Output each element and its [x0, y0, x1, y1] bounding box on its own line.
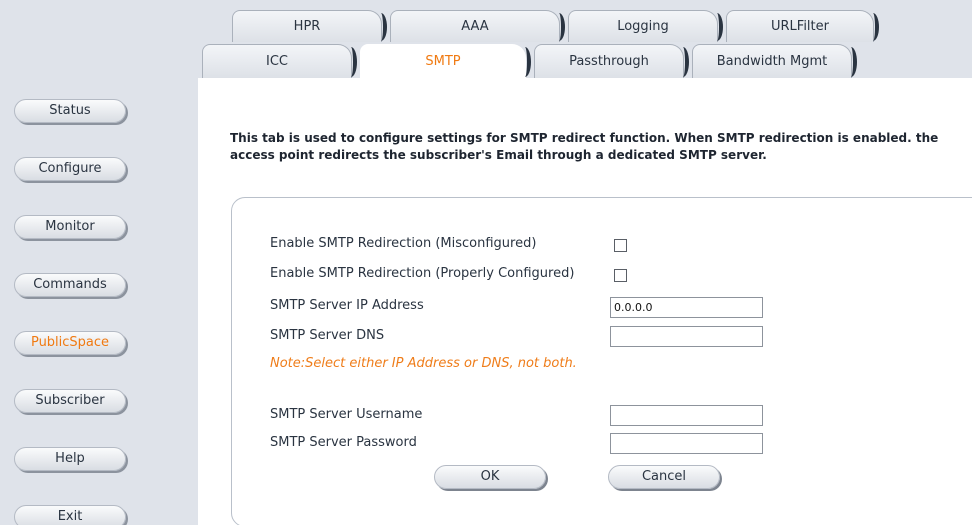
enable-misconfigured-checkbox[interactable]	[614, 239, 627, 252]
nav-subscriber-button[interactable]: Subscriber	[14, 389, 126, 413]
enable-proper-label: Enable SMTP Redirection (Properly Config…	[270, 266, 575, 281]
password-input[interactable]	[610, 433, 763, 454]
username-input[interactable]	[610, 405, 763, 426]
tab-logging[interactable]: Logging	[568, 10, 723, 42]
nav-configure-button[interactable]: Configure	[14, 157, 126, 181]
tab-row-upper: HPR AAA Logging URLFilter	[198, 10, 972, 42]
nav-exit-button[interactable]: Exit	[14, 505, 126, 525]
nav-publicspace-button[interactable]: PublicSpace	[14, 331, 126, 355]
nav-status-button[interactable]: Status	[14, 99, 126, 123]
nav-monitor-button[interactable]: Monitor	[14, 215, 126, 239]
tab-row-lower: ICC SMTP Passthrough Bandwidth Mgmt	[198, 44, 972, 78]
tab-bandwidth-mgmt[interactable]: Bandwidth Mgmt	[692, 44, 857, 78]
description-line-1: This tab is used to configure settings f…	[230, 131, 939, 145]
page-description: This tab is used to configure settings f…	[230, 130, 970, 164]
tab-smtp[interactable]: SMTP	[360, 44, 531, 78]
enable-misconfigured-label: Enable SMTP Redirection (Misconfigured)	[270, 236, 537, 251]
tab-aaa[interactable]: AAA	[390, 10, 565, 42]
ip-dns-note: Note:Select either IP Address or DNS, no…	[270, 356, 577, 371]
tab-icc[interactable]: ICC	[202, 44, 357, 78]
tab-hpr[interactable]: HPR	[232, 10, 387, 42]
description-line-2: access point redirects the subscriber's …	[230, 148, 767, 162]
server-ip-label: SMTP Server IP Address	[270, 298, 424, 313]
server-dns-label: SMTP Server DNS	[270, 328, 385, 343]
server-dns-input[interactable]	[610, 326, 763, 347]
tab-urlfilter[interactable]: URLFilter	[726, 10, 879, 42]
server-ip-input[interactable]: 0.0.0.0	[610, 297, 763, 318]
left-nav-sidebar: Status Configure Monitor Commands Public…	[0, 0, 198, 525]
cancel-button[interactable]: Cancel	[608, 465, 720, 489]
ok-button[interactable]: OK	[434, 465, 546, 489]
nav-help-button[interactable]: Help	[14, 447, 126, 471]
password-label: SMTP Server Password	[270, 435, 417, 450]
username-label: SMTP Server Username	[270, 407, 423, 422]
nav-commands-button[interactable]: Commands	[14, 273, 126, 297]
tab-passthrough[interactable]: Passthrough	[534, 44, 689, 78]
enable-proper-checkbox[interactable]	[614, 269, 627, 282]
